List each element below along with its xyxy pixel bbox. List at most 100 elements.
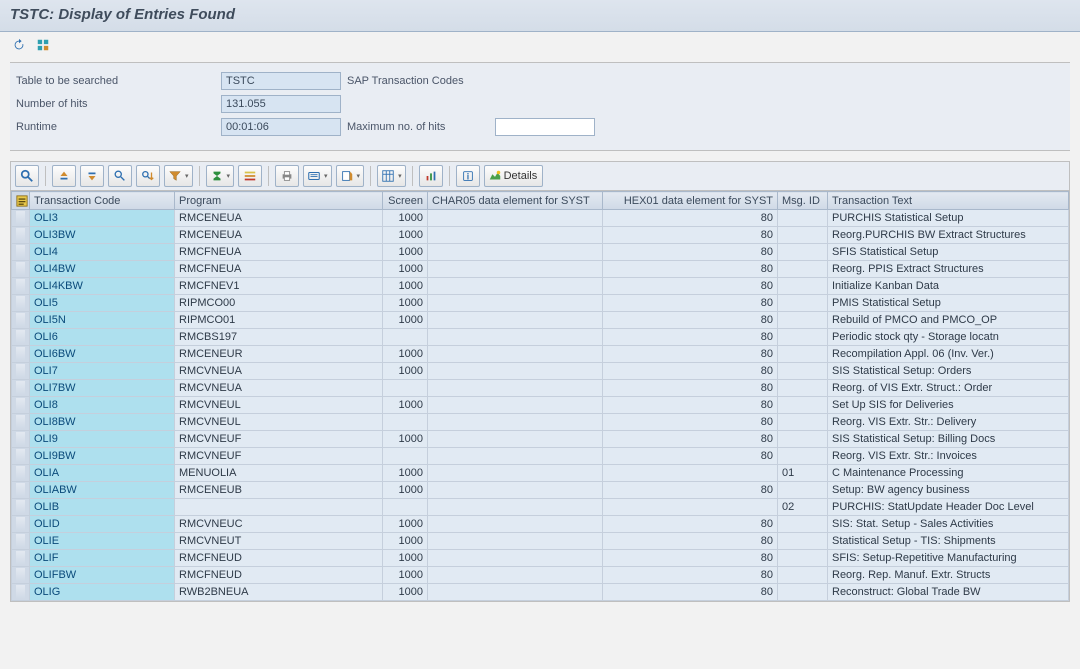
col-screen[interactable]: Screen	[383, 192, 428, 210]
cell-tcode[interactable]: OLI9BW	[30, 448, 175, 465]
table-row[interactable]: OLIFBWRMCFNEUD100080Reorg. Rep. Manuf. E…	[12, 567, 1069, 584]
row-selector[interactable]	[12, 244, 30, 261]
find-button[interactable]	[108, 165, 132, 187]
row-selector[interactable]	[12, 482, 30, 499]
cell-tcode[interactable]: OLIABW	[30, 482, 175, 499]
row-selector[interactable]	[12, 448, 30, 465]
cell-tcode[interactable]: OLIG	[30, 584, 175, 601]
table-row[interactable]: OLIGRWB2BNEUA100080Reconstruct: Global T…	[12, 584, 1069, 601]
maxhits-input[interactable]	[495, 118, 595, 136]
subtotal-button[interactable]	[238, 165, 262, 187]
row-selector[interactable]	[12, 278, 30, 295]
cell-tcode[interactable]: OLI9	[30, 431, 175, 448]
cell-tcode[interactable]: OLI7BW	[30, 380, 175, 397]
cell-tcode[interactable]: OLI6BW	[30, 346, 175, 363]
cell-tcode[interactable]: OLI8BW	[30, 414, 175, 431]
cell-tcode[interactable]: OLID	[30, 516, 175, 533]
row-selector[interactable]	[12, 397, 30, 414]
table-row[interactable]: OLIABWRMCENEUB100080Setup: BW agency bus…	[12, 482, 1069, 499]
row-selector[interactable]	[12, 380, 30, 397]
table-row[interactable]: OLIAMENUOLIA100001C Maintenance Processi…	[12, 465, 1069, 482]
table-row[interactable]: OLI8BWRMCVNEUL80Reorg. VIS Extr. Str.: D…	[12, 414, 1069, 431]
table-row[interactable]: OLI5NRIPMCO01100080Rebuild of PMCO and P…	[12, 312, 1069, 329]
row-selector[interactable]	[12, 329, 30, 346]
cell-tcode[interactable]: OLI4	[30, 244, 175, 261]
cell-program: RIPMCO00	[175, 295, 383, 312]
row-selector[interactable]	[12, 431, 30, 448]
row-selector[interactable]	[12, 584, 30, 601]
table-desc: SAP Transaction Codes	[347, 75, 464, 87]
cell-tcode[interactable]: OLIFBW	[30, 567, 175, 584]
row-selector[interactable]	[12, 210, 30, 227]
table-row[interactable]: OLI6RMCBS19780Periodic stock qty - Stora…	[12, 329, 1069, 346]
chart-button[interactable]	[419, 165, 443, 187]
refresh-icon[interactable]	[10, 36, 28, 54]
cell-tcode[interactable]: OLI4BW	[30, 261, 175, 278]
select-all-header[interactable]	[12, 192, 30, 210]
cell-tcode[interactable]: OLIA	[30, 465, 175, 482]
cell-tcode[interactable]: OLI4KBW	[30, 278, 175, 295]
cell-msgid	[778, 482, 828, 499]
cell-program: RMCFNEUA	[175, 261, 383, 278]
table-row[interactable]: OLI3BWRMCENEUA100080Reorg.PURCHIS BW Ext…	[12, 227, 1069, 244]
row-selector[interactable]	[12, 499, 30, 516]
details-button[interactable]: Details	[484, 165, 544, 187]
info-button[interactable]: i	[456, 165, 480, 187]
table-row[interactable]: OLIDRMCVNEUC100080SIS: Stat. Setup - Sal…	[12, 516, 1069, 533]
sort-desc-button[interactable]	[80, 165, 104, 187]
table-row[interactable]: OLI7RMCVNEUA100080SIS Statistical Setup:…	[12, 363, 1069, 380]
row-selector[interactable]	[12, 550, 30, 567]
row-selector[interactable]	[12, 346, 30, 363]
row-selector[interactable]	[12, 516, 30, 533]
info-region: Table to be searched TSTC SAP Transactio…	[10, 62, 1070, 151]
view-button[interactable]: ▾	[303, 165, 332, 187]
row-selector[interactable]	[12, 261, 30, 278]
table-row[interactable]: OLI3RMCENEUA100080PURCHIS Statistical Se…	[12, 210, 1069, 227]
col-hex01[interactable]: HEX01 data element for SYST	[603, 192, 778, 210]
entries-icon[interactable]	[34, 36, 52, 54]
table-row[interactable]: OLI8RMCVNEUL100080Set Up SIS for Deliver…	[12, 397, 1069, 414]
table-row[interactable]: OLI4KBWRMCFNEV1100080Initialize Kanban D…	[12, 278, 1069, 295]
col-char05[interactable]: CHAR05 data element for SYST	[428, 192, 603, 210]
cell-tcode[interactable]: OLI6	[30, 329, 175, 346]
cell-tcode[interactable]: OLIE	[30, 533, 175, 550]
print-button[interactable]	[275, 165, 299, 187]
cell-tcode[interactable]: OLIF	[30, 550, 175, 567]
sum-button[interactable]: ▾	[206, 165, 235, 187]
find-next-button[interactable]	[136, 165, 160, 187]
table-row[interactable]: OLIFRMCFNEUD100080SFIS: Setup-Repetitive…	[12, 550, 1069, 567]
filter-button[interactable]: ▾	[164, 165, 193, 187]
row-selector[interactable]	[12, 227, 30, 244]
row-selector[interactable]	[12, 312, 30, 329]
table-row[interactable]: OLI4RMCFNEUA100080SFIS Statistical Setup	[12, 244, 1069, 261]
cell-tcode[interactable]: OLI3	[30, 210, 175, 227]
table-row[interactable]: OLI9RMCVNEUF100080SIS Statistical Setup:…	[12, 431, 1069, 448]
layout-button[interactable]: ▾	[377, 165, 406, 187]
cell-tcode[interactable]: OLI5	[30, 295, 175, 312]
cell-tcode[interactable]: OLIB	[30, 499, 175, 516]
row-selector[interactable]	[12, 414, 30, 431]
row-selector[interactable]	[12, 465, 30, 482]
detail-view-button[interactable]	[15, 165, 39, 187]
export-button[interactable]: ▾	[336, 165, 365, 187]
cell-tcode[interactable]: OLI7	[30, 363, 175, 380]
sort-asc-button[interactable]	[52, 165, 76, 187]
row-selector[interactable]	[12, 567, 30, 584]
cell-tcode[interactable]: OLI8	[30, 397, 175, 414]
row-selector[interactable]	[12, 295, 30, 312]
table-row[interactable]: OLI4BWRMCFNEUA100080Reorg. PPIS Extract …	[12, 261, 1069, 278]
table-row[interactable]: OLIB02PURCHIS: StatUpdate Header Doc Lev…	[12, 499, 1069, 516]
table-row[interactable]: OLIERMCVNEUT100080Statistical Setup - TI…	[12, 533, 1069, 550]
table-row[interactable]: OLI9BWRMCVNEUF80Reorg. VIS Extr. Str.: I…	[12, 448, 1069, 465]
col-tcode[interactable]: Transaction Code	[30, 192, 175, 210]
cell-tcode[interactable]: OLI3BW	[30, 227, 175, 244]
table-row[interactable]: OLI5RIPMCO00100080PMIS Statistical Setup	[12, 295, 1069, 312]
table-row[interactable]: OLI6BWRMCENEUR100080Recompilation Appl. …	[12, 346, 1069, 363]
col-msgid[interactable]: Msg. ID	[778, 192, 828, 210]
row-selector[interactable]	[12, 363, 30, 380]
cell-tcode[interactable]: OLI5N	[30, 312, 175, 329]
col-ttext[interactable]: Transaction Text	[828, 192, 1069, 210]
col-program[interactable]: Program	[175, 192, 383, 210]
table-row[interactable]: OLI7BWRMCVNEUA80Reorg. of VIS Extr. Stru…	[12, 380, 1069, 397]
row-selector[interactable]	[12, 533, 30, 550]
